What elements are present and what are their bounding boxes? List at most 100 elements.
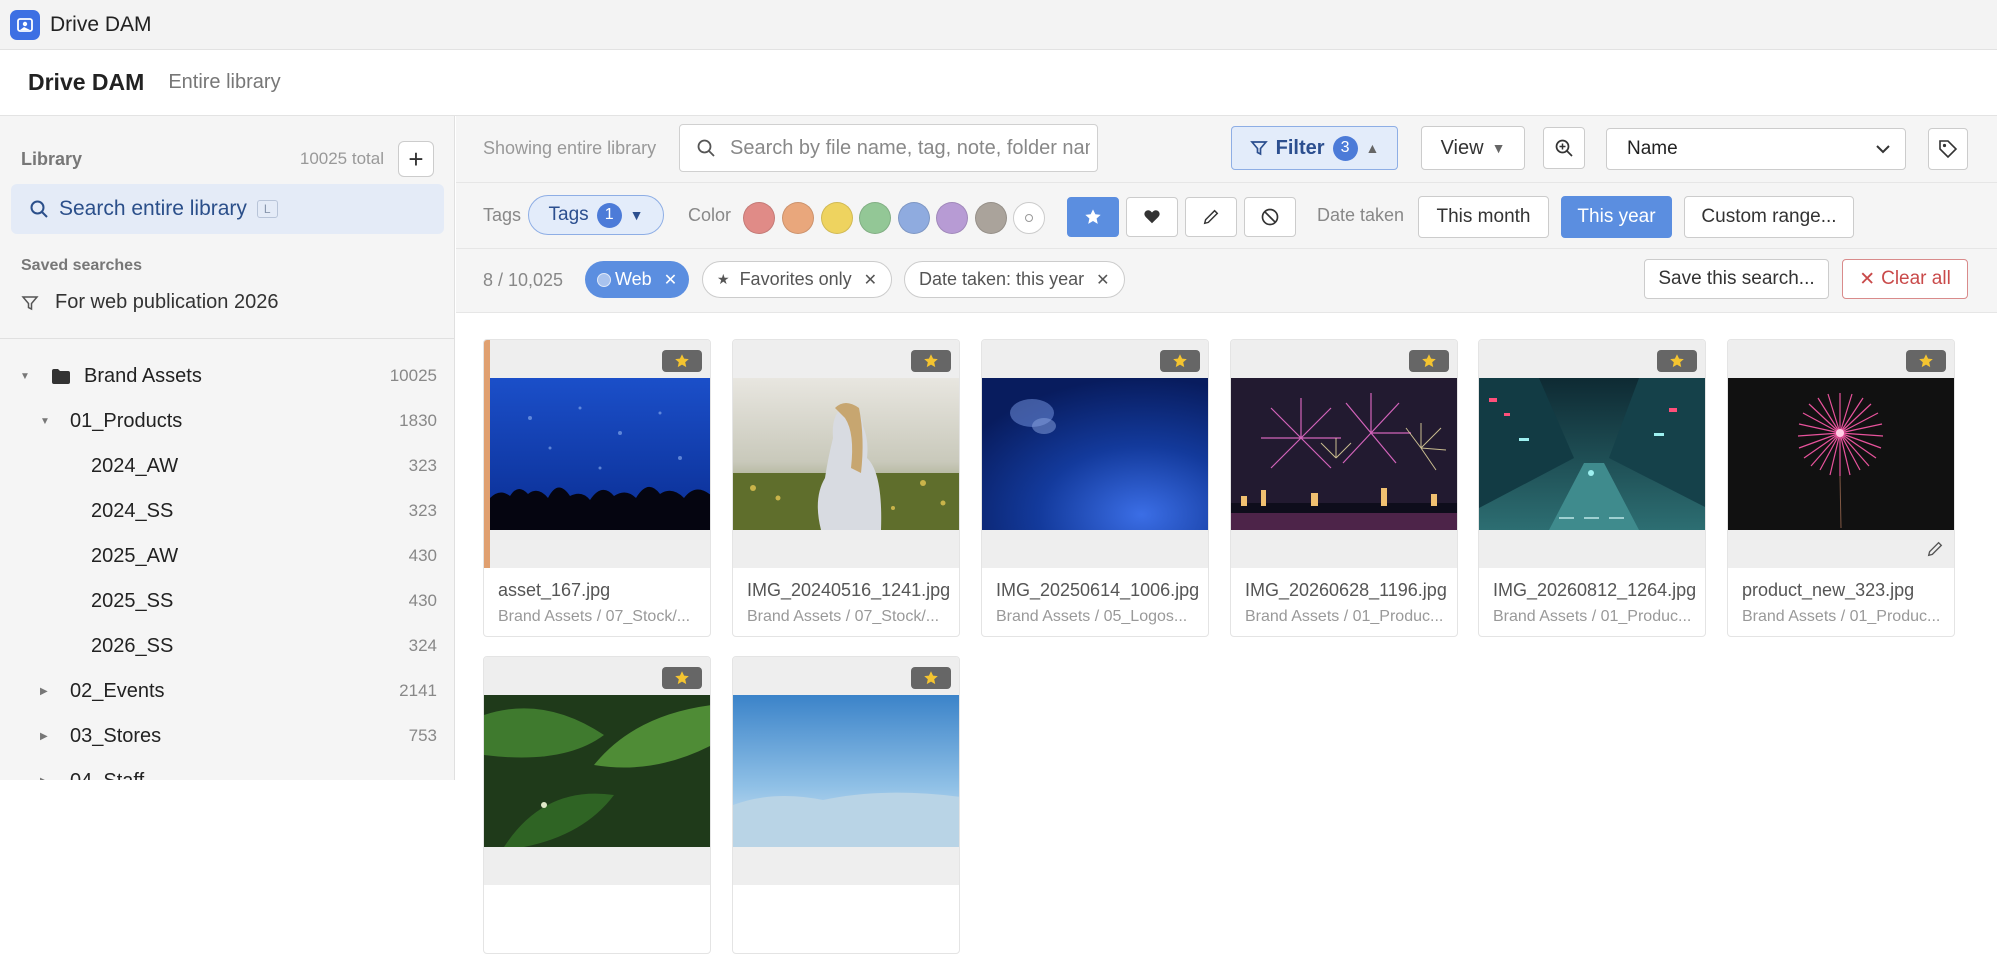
save-search-button[interactable]: Save this search... (1644, 259, 1829, 299)
main-content: Showing entire library Filter 3 ▲ View ▼… (456, 116, 1997, 954)
tree-item-2025-ss[interactable]: 2025_SS 430 (0, 579, 454, 623)
asset-thumbnail[interactable] (733, 695, 960, 847)
tree-item-count: 323 (408, 456, 437, 475)
asset-card[interactable]: product_new_323.jpg Brand Assets / 01_Pr… (1727, 339, 1955, 637)
library-total: 10025 total (299, 149, 384, 168)
close-icon[interactable]: ✕ (664, 270, 677, 290)
asset-thumbnail[interactable] (1479, 378, 1706, 530)
color-swatch-blue[interactable] (898, 202, 930, 234)
excluded-filter-button[interactable] (1244, 197, 1296, 237)
color-swatch-green[interactable] (859, 202, 891, 234)
caret-right-icon[interactable]: ▶ (40, 731, 48, 742)
tree-item-03-stores[interactable]: ▶ 03_Stores 753 (0, 714, 454, 758)
asset-card[interactable]: asset_167.jpg Brand Assets / 07_Stock/..… (483, 339, 711, 637)
result-count: 8 / 10,025 (483, 270, 564, 290)
color-swatch-gray[interactable] (975, 202, 1007, 234)
caret-down-icon[interactable]: ▼ (40, 416, 50, 427)
filter-chip-date[interactable]: Date taken: this year ✕ (904, 261, 1125, 298)
saved-search-item[interactable]: For web publication 2026 (21, 291, 278, 314)
favorite-badge[interactable] (1906, 350, 1946, 372)
tree-item-2024-aw[interactable]: 2024_AW 323 (0, 444, 454, 488)
star-icon (1173, 354, 1187, 368)
favorite-badge[interactable] (662, 667, 702, 689)
view-button[interactable]: View ▼ (1421, 126, 1525, 170)
favorite-badge[interactable] (911, 667, 951, 689)
tree-item-count: 10025 (389, 366, 437, 385)
thumbnail-frame (733, 657, 960, 885)
sort-value: Name (1627, 138, 1678, 159)
search-entire-library-button[interactable]: Search entire library L (11, 184, 444, 234)
tree-item-count: 1830 (399, 411, 437, 430)
add-button[interactable]: + (398, 141, 434, 177)
tags-count-badge: 1 (596, 202, 622, 228)
asset-card[interactable]: IMG_20260628_1196.jpg Brand Assets / 01_… (1230, 339, 1458, 637)
asset-thumbnail[interactable] (1231, 378, 1458, 530)
favorite-badge[interactable] (1160, 350, 1200, 372)
filter-button[interactable]: Filter 3 ▲ (1231, 126, 1398, 170)
close-icon[interactable]: ✕ (864, 270, 877, 290)
asset-thumbnail[interactable] (733, 378, 960, 530)
color-swatch-none[interactable] (1013, 202, 1045, 234)
asset-card[interactable]: IMG_20260812_1264.jpg Brand Assets / 01_… (1478, 339, 1706, 637)
color-swatch-yellow[interactable] (821, 202, 853, 234)
date-custom-range-button[interactable]: Custom range... (1684, 196, 1854, 238)
tree-item-2026-ss[interactable]: 2026_SS 324 (0, 624, 454, 668)
star-icon (675, 354, 689, 368)
scope-breadcrumb[interactable]: Entire library (168, 71, 280, 94)
color-swatch-purple[interactable] (936, 202, 968, 234)
star-icon (1085, 209, 1101, 224)
clear-all-button[interactable]: ✕ Clear all (1842, 259, 1968, 299)
search-field[interactable] (679, 124, 1098, 172)
date-this-year-button[interactable]: This year (1561, 196, 1672, 238)
favorite-badge[interactable] (911, 350, 951, 372)
caret-right-icon[interactable]: ▶ (40, 776, 48, 781)
tree-item-02-events[interactable]: ▶ 02_Events 2141 (0, 669, 454, 713)
tree-item-brand-assets[interactable]: ▼ Brand Assets 10025 (0, 354, 454, 398)
tree-item-count: 430 (408, 546, 437, 565)
library-header: Library 10025 total + (21, 139, 434, 179)
search-input[interactable] (730, 136, 1090, 160)
asset-path: Brand Assets / 07_Stock/... (747, 608, 940, 625)
asset-card[interactable] (732, 656, 960, 954)
liked-filter-button[interactable] (1126, 197, 1178, 237)
favorite-badge[interactable] (1657, 350, 1697, 372)
active-filters-bar: 8 / 10,025 Web ✕ ★ Favorites only ✕ Date… (456, 249, 1997, 313)
color-swatch-red[interactable] (743, 202, 775, 234)
caret-down-icon: ▼ (1491, 140, 1506, 156)
filter-chip-favorites[interactable]: ★ Favorites only ✕ (702, 261, 893, 298)
thumbnail-frame (484, 657, 711, 885)
tags-filter-pill[interactable]: Tags 1 ▼ (528, 195, 664, 235)
asset-thumbnail[interactable] (484, 695, 711, 847)
edited-filter-button[interactable] (1185, 197, 1237, 237)
favorites-filter-button[interactable] (1067, 197, 1119, 237)
tree-item-2025-aw[interactable]: 2025_AW 430 (0, 534, 454, 578)
color-swatch-orange[interactable] (782, 202, 814, 234)
asset-thumbnail[interactable] (982, 378, 1209, 530)
asset-thumbnail[interactable] (490, 378, 711, 530)
asset-card[interactable]: IMG_20240516_1241.jpg Brand Assets / 07_… (732, 339, 960, 637)
caret-right-icon[interactable]: ▶ (40, 686, 48, 697)
close-icon[interactable]: ✕ (1096, 270, 1109, 290)
tree-item-2024-ss[interactable]: 2024_SS 323 (0, 489, 454, 533)
favorite-badge[interactable] (1409, 350, 1449, 372)
tree-item-label: 01_Products (70, 409, 183, 432)
date-this-month-button[interactable]: This month (1418, 196, 1549, 238)
sort-select[interactable]: Name (1606, 128, 1906, 170)
favorite-badge[interactable] (662, 350, 702, 372)
asset-thumbnail[interactable] (1728, 378, 1955, 530)
tag-button[interactable] (1928, 128, 1968, 170)
filter-count-badge: 3 (1332, 135, 1358, 161)
asset-card[interactable]: IMG_20250614_1006.jpg Brand Assets / 05_… (981, 339, 1209, 637)
filter-label: Filter (1275, 136, 1325, 159)
tree-item-01-products[interactable]: ▼ 01_Products 1830 (0, 399, 454, 443)
thumbnail-frame (733, 340, 960, 568)
caret-down-icon[interactable]: ▼ (20, 371, 30, 382)
asset-card[interactable] (483, 656, 711, 954)
chip-label: Date taken: this year (919, 269, 1085, 289)
window-title: Drive DAM (50, 12, 152, 36)
chevron-down-icon (1876, 145, 1890, 154)
tree-item-04-staff[interactable]: ▶ 04_Staff (0, 759, 454, 781)
pencil-icon (1927, 541, 1943, 557)
zoom-button[interactable] (1543, 127, 1585, 169)
filter-chip-web[interactable]: Web ✕ (585, 261, 690, 298)
